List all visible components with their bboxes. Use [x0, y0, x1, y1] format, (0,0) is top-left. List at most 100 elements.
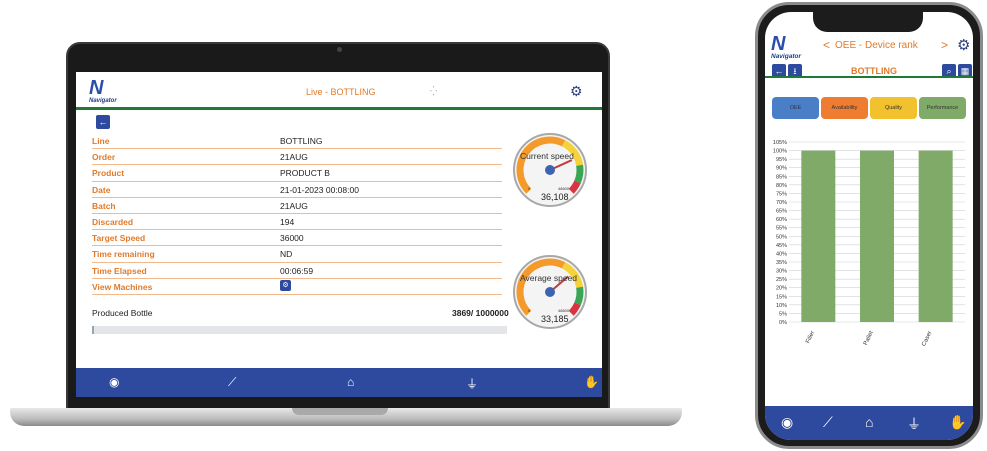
row-label: Target Speed	[92, 233, 146, 244]
phone-subtitle: BOTTLING	[851, 66, 897, 76]
y-tick-label: 95%	[776, 157, 787, 163]
y-tick-label: 0%	[779, 320, 787, 326]
gauge-value: 36,108	[541, 192, 569, 202]
y-tick-label: 65%	[776, 209, 787, 215]
arrow-left-icon: ←	[774, 66, 784, 76]
y-tick-label: 35%	[776, 260, 787, 266]
gauge-hub	[545, 165, 555, 175]
table-row[interactable]: View Machines ⚙	[92, 279, 502, 295]
produced-progress-fill	[92, 326, 94, 334]
y-tick-label: 45%	[776, 243, 787, 249]
y-tick-label: 100%	[773, 149, 787, 155]
view-machines-icon[interactable]: ⚙	[280, 279, 291, 291]
phone-header-line	[765, 76, 973, 78]
chart-icon[interactable]: ⟋	[823, 414, 833, 431]
table-row: Line BOTTLING	[92, 133, 502, 150]
average-speed-gauge: Average speed 0 48600 33,185	[512, 254, 588, 330]
page-title: Live - BOTTLING	[306, 87, 376, 97]
row-label: Date	[92, 184, 111, 195]
loading-spinner-icon: ⁛	[430, 86, 438, 96]
tab-quality[interactable]: Quality	[870, 97, 917, 119]
table-row: Order 21AUG	[92, 149, 502, 166]
chart-icon[interactable]: ⟋	[228, 375, 236, 390]
gauge-max: 48600	[558, 308, 570, 313]
phone-bottom-nav: ◉ ⟋ ⌂ ⏚ ✋	[765, 406, 973, 440]
y-tick-label: 105%	[773, 140, 787, 146]
row-value: ND	[280, 249, 293, 260]
row-value: BOTTLING	[280, 136, 323, 146]
row-label: View Machines	[92, 281, 153, 292]
eye-icon[interactable]: ◉	[781, 414, 793, 431]
hand-icon[interactable]: ✋	[584, 375, 599, 389]
table-row: Date 21-01-2023 00:08:00	[92, 182, 502, 198]
current-speed-gauge: Current speed 0 48600 36,108	[512, 132, 588, 208]
gauge-hub	[545, 287, 555, 297]
table-row: Target Speed 36000	[92, 230, 502, 247]
y-tick-label: 25%	[776, 277, 787, 283]
phone-screen: N Navigator < OEE - Device rank > ⚙ ← ⭳ …	[765, 12, 973, 440]
row-value: 36000	[280, 233, 304, 244]
produced-value: 3869/ 1000000	[452, 308, 509, 318]
home-icon[interactable]: ⌂	[865, 414, 873, 430]
download-icon: ⭳	[793, 66, 797, 76]
search-icon: ⌕	[946, 66, 952, 76]
gear-icon[interactable]: ⚙	[570, 83, 583, 100]
y-tick-label: 10%	[776, 303, 787, 309]
y-tick-label: 90%	[776, 166, 787, 172]
plug-icon[interactable]: ⏚	[907, 414, 921, 434]
home-icon[interactable]: ⌂	[347, 375, 354, 389]
y-tick-label: 50%	[776, 234, 787, 240]
laptop-header: N Navigator Live - BOTTLING ⁛ ⚙	[76, 72, 602, 110]
bar-pallet[interactable]	[860, 150, 894, 322]
y-tick-label: 20%	[776, 286, 787, 292]
logo-mark: N	[89, 77, 103, 99]
y-tick-label: 40%	[776, 251, 787, 257]
row-label: Order	[92, 152, 116, 163]
stage: N Navigator Live - BOTTLING ⁛ ⚙ ← Line BO…	[0, 0, 987, 451]
eye-icon[interactable]: ◉	[109, 375, 119, 389]
y-tick-label: 70%	[776, 200, 787, 206]
tab-availability[interactable]: Availability	[821, 97, 868, 119]
bar-filler[interactable]	[801, 150, 836, 322]
gauge-value: 33,185	[541, 314, 569, 324]
row-value: 21-01-2023 00:08:00	[280, 184, 359, 195]
y-tick-label: 80%	[776, 183, 787, 189]
next-button[interactable]: >	[941, 38, 948, 52]
row-label: Time Elapsed	[92, 265, 147, 276]
row-label: Line	[92, 136, 110, 146]
row-value: 21AUG	[280, 200, 308, 211]
produced-progress-bar	[92, 326, 507, 334]
y-tick-label: 15%	[776, 294, 787, 300]
row-value: PRODUCT B	[280, 168, 330, 179]
gauge-label: Average speed	[520, 273, 578, 283]
info-table: Line BOTTLING Order 21AUG Product PRODUCT B Da…	[92, 133, 502, 295]
gear-icon-phone[interactable]: ⚙	[957, 36, 970, 54]
plug-icon[interactable]: ⏚	[466, 375, 478, 392]
y-tick-label: 60%	[776, 217, 787, 223]
gauge-min: 0	[528, 308, 531, 313]
logo-text-phone: Navigator	[771, 53, 801, 60]
y-tick-label: 30%	[776, 269, 787, 275]
gauge-label: Current speed	[520, 151, 574, 161]
y-tick-label: 75%	[776, 191, 787, 197]
gauge-min: 0	[528, 186, 531, 191]
tab-oee[interactable]: OEE	[772, 97, 819, 119]
laptop-bottom-nav: ◉ ⟋ ⌂ ⏚ ✋	[76, 368, 602, 397]
row-value: 00:06:59	[280, 265, 314, 276]
row-label: Discarded	[92, 216, 134, 227]
tab-performance[interactable]: Performance	[919, 97, 966, 119]
prev-button[interactable]: <	[823, 38, 830, 52]
bar-caser[interactable]	[918, 150, 953, 322]
table-row: Time remaining ND	[92, 246, 502, 263]
back-button[interactable]: ←	[96, 115, 110, 129]
y-tick-label: 85%	[776, 174, 787, 180]
navigator-logo: N Navigator	[89, 78, 117, 104]
navigator-logo-phone: N Navigator	[771, 34, 801, 61]
laptop-camera	[337, 47, 342, 52]
hand-icon[interactable]: ✋	[949, 414, 966, 431]
metric-tabs: OEE Availability Quality Performance	[772, 97, 972, 119]
produced-label: Produced Bottle	[92, 308, 153, 318]
x-tick-label: Pallet	[863, 330, 875, 346]
row-label: Time remaining	[92, 249, 155, 260]
row-label: Batch	[92, 200, 116, 211]
